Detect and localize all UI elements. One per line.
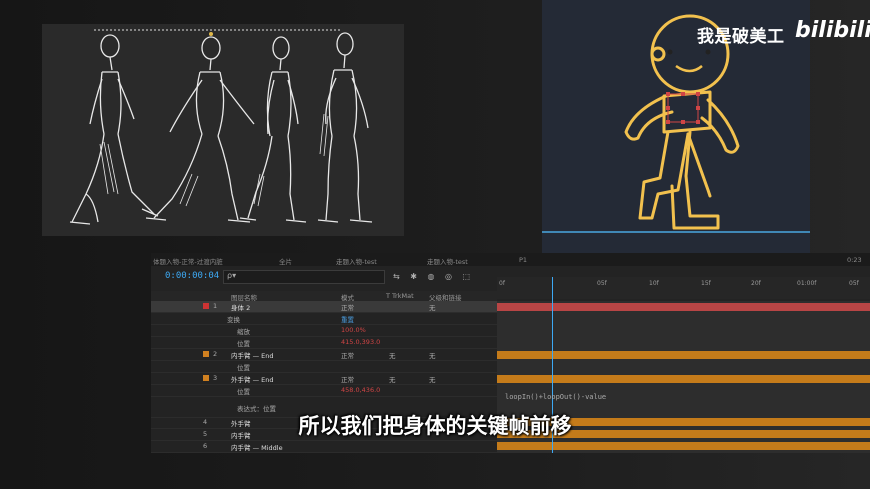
tab-comp-2[interactable]: 全片 <box>279 256 292 266</box>
expression-text[interactable]: loopIn()+loopOut()-value <box>505 393 606 401</box>
tab-comp-4[interactable]: 走题入物-test <box>427 256 468 266</box>
author-watermark: 我是破美工 <box>697 27 785 47</box>
walk-cycle-sketch <box>42 24 404 236</box>
property-row[interactable]: 位置 415.0,393.0 <box>151 337 497 349</box>
composition-tabs: 体题入物-正常-过渡内脏 全片 走题入物-test 走题入物-test P1 0… <box>151 253 870 266</box>
label-color-swatch[interactable] <box>203 375 209 381</box>
timeline-tool-icons[interactable]: ⇆ ✱ ◍ ◎ ⬚ <box>393 272 474 281</box>
layer-search-input[interactable]: ρ▾ <box>223 270 385 284</box>
layer-column-headers: 图层名称 模式 T TrkMat 父级和链接 <box>151 291 497 302</box>
property-row[interactable]: 缩放 100.0% <box>151 325 497 337</box>
col-trkmat[interactable]: T TrkMat <box>386 292 414 300</box>
layer-row[interactable]: 2 内手臂 — End 正常 无 无 <box>151 349 497 361</box>
label-color-swatch[interactable] <box>203 303 209 309</box>
bilibili-logo: bilibili <box>795 18 870 43</box>
layer-row[interactable]: 3 外手臂 — End 正常 无 无 <box>151 373 497 385</box>
property-row[interactable]: 位置 <box>151 361 497 373</box>
property-row[interactable]: 变换 重置 <box>151 313 497 325</box>
video-subtitle: 所以我们把身体的关键帧前移 <box>298 414 572 438</box>
layer-row[interactable]: 6 内手臂 — Middle <box>151 441 497 453</box>
tab-comp-1[interactable]: 体题入物-正常-过渡内脏 <box>153 256 223 266</box>
tab-comp-6[interactable]: 0:23 <box>847 256 862 264</box>
tab-comp-3[interactable]: 走题入物-test <box>336 256 377 266</box>
property-row[interactable]: 位置 458.0,436.0 <box>151 385 497 397</box>
label-color-swatch[interactable] <box>203 351 209 357</box>
search-icon: ρ▾ <box>227 271 237 280</box>
current-timecode[interactable]: 0:00:00:04 <box>165 271 219 281</box>
tab-comp-5[interactable]: P1 <box>519 256 527 264</box>
layer-row[interactable]: 1 身体 2 正常 无 <box>151 301 497 313</box>
